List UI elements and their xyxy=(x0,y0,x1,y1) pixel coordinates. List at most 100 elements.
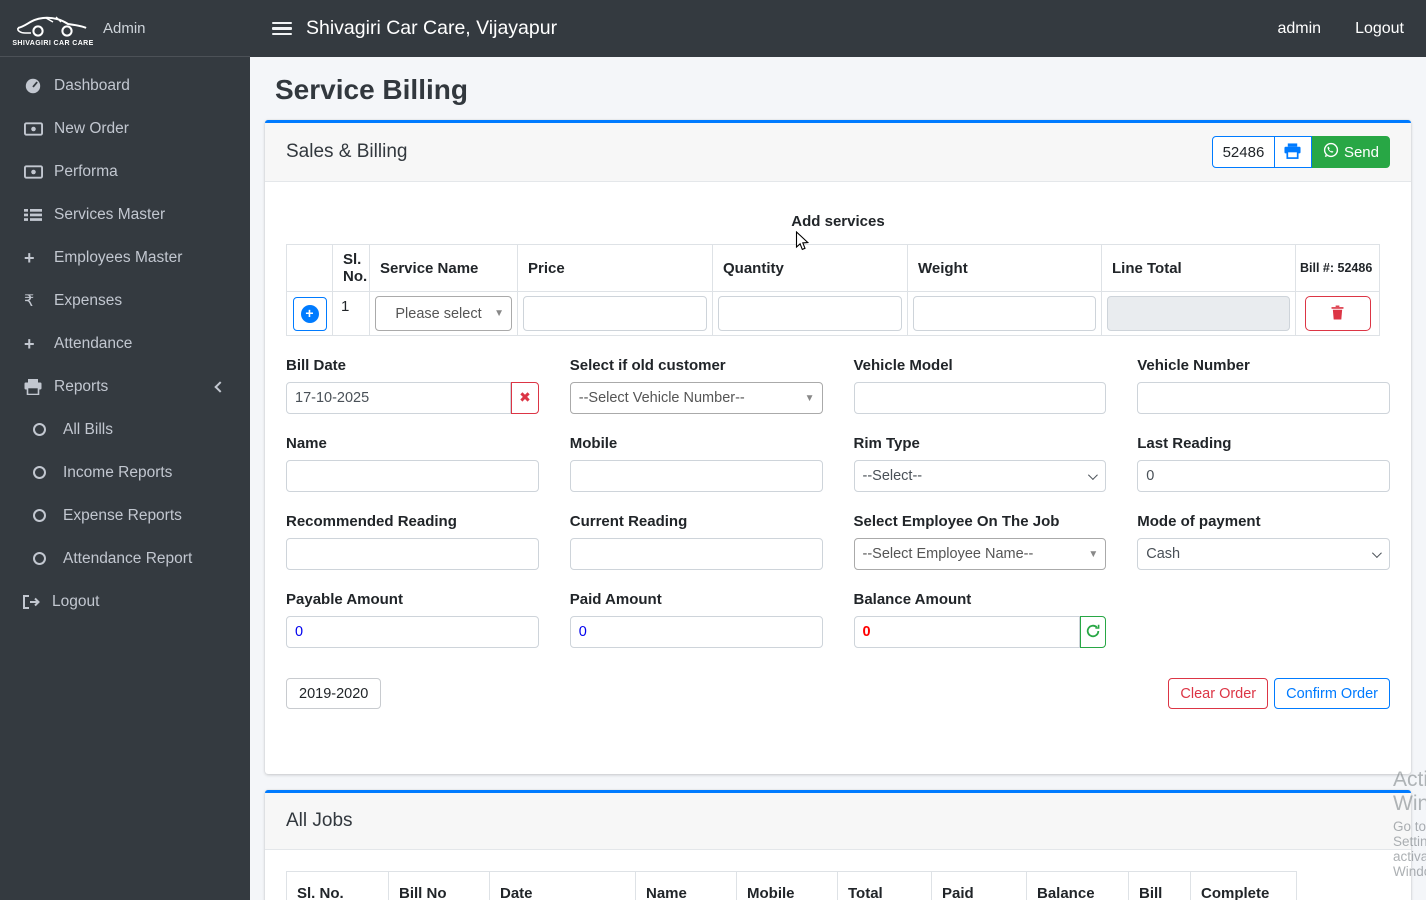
chevron-down-icon xyxy=(1088,469,1099,480)
sidebar-item-reports[interactable]: Reports xyxy=(0,365,250,408)
current-reading-input[interactable] xyxy=(569,538,823,570)
col-total: Total xyxy=(837,871,932,900)
old-customer-select[interactable]: --Select Vehicle Number-- ▼ xyxy=(569,382,823,414)
quantity-input[interactable] xyxy=(718,296,902,331)
top-navbar: Shivagiri Car Care, Vijayapur admin Logo… xyxy=(250,0,1426,57)
sidebar-item-logout[interactable]: Logout xyxy=(0,580,250,623)
rim-type-label: Rim Type xyxy=(853,435,920,452)
balance-amount-label: Balance Amount xyxy=(853,591,972,608)
payment-mode-value: Cash xyxy=(1146,546,1181,562)
mobile-label: Mobile xyxy=(569,435,618,452)
hamburger-menu-icon[interactable] xyxy=(272,21,292,36)
sidebar-item-expense-reports[interactable]: Expense Reports xyxy=(0,494,250,537)
weight-input[interactable] xyxy=(913,296,1096,331)
bill-date-label: Bill Date xyxy=(286,357,347,374)
rim-type-value: --Select-- xyxy=(862,468,923,484)
refresh-balance-button[interactable] xyxy=(1080,616,1107,648)
vehicle-number-label: Vehicle Number xyxy=(1137,357,1250,374)
whatsapp-send-button[interactable]: Send xyxy=(1311,136,1390,168)
plus-circle-icon: + xyxy=(300,304,319,323)
col-complete: Complete xyxy=(1190,871,1297,900)
sidebar-item-label: Reports xyxy=(54,377,109,395)
sidebar-item-new-order[interactable]: New Order xyxy=(0,107,250,150)
circle-icon xyxy=(33,423,63,436)
send-button-label: Send xyxy=(1343,143,1379,161)
bill-number-input[interactable] xyxy=(1211,136,1275,168)
payable-amount-input[interactable] xyxy=(286,616,539,648)
recommended-reading-input[interactable] xyxy=(286,538,539,570)
payable-amount-label: Payable Amount xyxy=(286,591,403,608)
navbar-title: Shivagiri Car Care, Vijayapur xyxy=(306,17,558,39)
add-service-row-button[interactable]: + xyxy=(292,296,327,331)
paid-amount-input[interactable] xyxy=(569,616,823,648)
all-jobs-card: All Jobs Sl. No. Bill No Date Name Mobil… xyxy=(265,790,1411,900)
print-button[interactable] xyxy=(1274,136,1312,168)
all-jobs-card-body: Sl. No. Bill No Date Name Mobile Total P… xyxy=(265,850,1411,900)
recommended-reading-label: Recommended Reading xyxy=(286,513,457,530)
sidebar-item-income-reports[interactable]: Income Reports xyxy=(0,451,250,494)
sidebar-item-attendance-report[interactable]: Attendance Report xyxy=(0,537,250,580)
add-services-title: Add services xyxy=(791,213,885,230)
printer-icon xyxy=(24,378,54,395)
price-input[interactable] xyxy=(523,296,707,331)
sidebar-item-attendance[interactable]: + Attendance xyxy=(0,322,250,365)
sidebar-item-employees-master[interactable]: + Employees Master xyxy=(0,236,250,279)
confirm-order-button[interactable]: Confirm Order xyxy=(1274,678,1390,709)
rim-type-select[interactable]: --Select-- xyxy=(853,460,1107,492)
financial-year-button[interactable]: 2019-2020 xyxy=(286,678,382,709)
sales-billing-card-body: Add services Sl. No. Service Name Price … xyxy=(265,182,1411,774)
paid-amount-label: Paid Amount xyxy=(569,591,662,608)
page-title: Service Billing xyxy=(275,74,468,105)
caret-down-icon: ▼ xyxy=(804,392,815,404)
col-sl-no: Sl. No. xyxy=(332,244,370,292)
name-label: Name xyxy=(286,435,327,452)
sidebar-item-performa[interactable]: Performa xyxy=(0,150,250,193)
bill-number-group: Send xyxy=(1211,136,1390,168)
last-reading-label: Last Reading xyxy=(1137,435,1232,452)
sidebar-item-expenses[interactable]: ₹ Expenses xyxy=(0,279,250,322)
sidebar-item-label: Employees Master xyxy=(54,248,183,266)
rupee-icon: ₹ xyxy=(24,291,35,310)
navbar-logout-link[interactable]: Logout xyxy=(1355,20,1404,38)
col-quantity: Quantity xyxy=(712,244,908,292)
col-sl-no: Sl. No. xyxy=(286,871,389,900)
payment-mode-select[interactable]: Cash xyxy=(1137,538,1390,570)
sidebar: SHIVAGIRI CAR CARE Admin Dashboard New O… xyxy=(0,0,250,900)
old-customer-value: --Select Vehicle Number-- xyxy=(578,390,745,406)
money-bill-icon xyxy=(24,121,54,136)
navbar-user-link[interactable]: admin xyxy=(1277,20,1321,38)
service-row: + 1 Please select ▼ xyxy=(286,291,1380,336)
sidebar-item-label: Performa xyxy=(54,162,118,180)
col-add xyxy=(286,244,333,292)
sidebar-item-services-master[interactable]: Services Master xyxy=(0,193,250,236)
balance-amount-input[interactable] xyxy=(853,616,1081,648)
name-input[interactable] xyxy=(286,460,539,492)
sidebar-item-dashboard[interactable]: Dashboard xyxy=(0,64,250,107)
mobile-input[interactable] xyxy=(569,460,823,492)
circle-icon xyxy=(33,509,63,522)
sidebar-item-all-bills[interactable]: All Bills xyxy=(0,408,250,451)
caret-down-icon: ▼ xyxy=(1088,548,1099,560)
plus-icon: + xyxy=(24,333,35,354)
vehicle-number-input[interactable] xyxy=(1137,382,1390,414)
printer-icon xyxy=(1284,142,1301,162)
employee-select[interactable]: --Select Employee Name-- ▼ xyxy=(853,538,1107,570)
plus-icon: + xyxy=(24,247,35,268)
sidebar-item-label: Attendance xyxy=(54,334,133,352)
sidebar-item-label: Expense Reports xyxy=(63,506,182,524)
delete-row-button[interactable] xyxy=(1304,296,1371,331)
sidebar-item-label: Expenses xyxy=(54,291,123,309)
jobs-header-row: Sl. No. Bill No Date Name Mobile Total P… xyxy=(286,871,1297,900)
sales-billing-title: Sales & Billing xyxy=(286,141,408,162)
last-reading-input[interactable] xyxy=(1137,460,1390,492)
brand-logo: SHIVAGIRI CAR CARE xyxy=(12,10,93,47)
brand[interactable]: SHIVAGIRI CAR CARE Admin xyxy=(0,0,250,57)
circle-icon xyxy=(33,466,63,479)
bill-date-input[interactable] xyxy=(286,382,512,414)
sidebar-item-label: All Bills xyxy=(63,420,113,438)
vehicle-model-input[interactable] xyxy=(853,382,1107,414)
sidebar-item-label: Income Reports xyxy=(63,463,173,481)
clear-order-button[interactable]: Clear Order xyxy=(1168,678,1269,709)
clear-date-button[interactable]: ✖ xyxy=(511,382,539,414)
service-name-select[interactable]: Please select ▼ xyxy=(375,296,512,331)
